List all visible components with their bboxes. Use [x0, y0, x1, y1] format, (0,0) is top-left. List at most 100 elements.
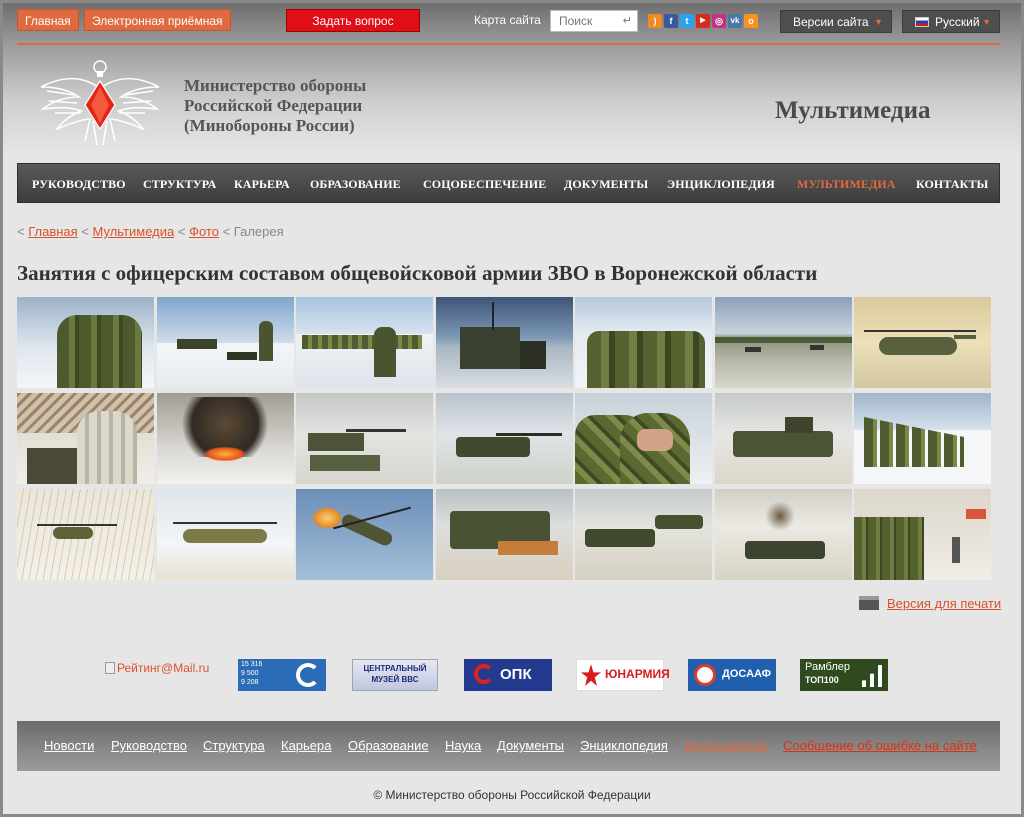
rambler-sub-label: ТОП100	[805, 675, 839, 685]
gallery-thumbnail[interactable]	[714, 393, 852, 484]
search-box: ↵	[550, 10, 638, 32]
gallery-thumbnail[interactable]	[854, 393, 991, 484]
visitor-counter-banner[interactable]: 15 316 9 500 9 208	[238, 659, 326, 691]
air-force-museum-banner[interactable]: ЦЕНТРАЛЬНЫЙ МУЗЕЙ ВВС	[352, 659, 438, 691]
search-input[interactable]	[551, 11, 621, 31]
breadcrumb-photo[interactable]: Фото	[189, 224, 219, 239]
divider	[17, 43, 1000, 45]
ministry-name: Министерство обороны Российской Федераци…	[184, 76, 366, 136]
nav-item-documents[interactable]: ДОКУМЕНТЫ	[564, 164, 648, 204]
ministry-name-line2: Российской Федерации	[184, 96, 363, 115]
youtube-icon[interactable]: ▶	[696, 14, 710, 28]
breadcrumb: < Главная < Мультимедиа < Фото < Галерея	[17, 224, 284, 239]
mailru-rating-banner[interactable]: Рейтинг@Mail.ru	[105, 661, 209, 675]
odnoklassniki-icon[interactable]: о	[744, 14, 758, 28]
footer-link-leadership[interactable]: Руководство	[111, 738, 187, 753]
counter-line: 9 500	[241, 670, 259, 677]
gallery-thumbnail[interactable]	[435, 489, 573, 580]
rambler-label: Рамблер	[805, 661, 850, 673]
footer-nav: Новости Руководство Структура Карьера Об…	[17, 721, 1000, 771]
gallery-thumbnail[interactable]	[296, 489, 433, 580]
print-version: Версия для печати	[859, 596, 1001, 611]
nav-item-leadership[interactable]: РУКОВОДСТВО	[32, 164, 126, 204]
counter-line: 15 316	[241, 661, 263, 668]
gallery-thumbnail[interactable]	[714, 297, 852, 388]
footer-link-encyclopedia[interactable]: Энциклопедия	[580, 738, 668, 753]
gallery-thumbnail[interactable]	[854, 489, 991, 580]
instagram-icon[interactable]: ◎	[712, 14, 726, 28]
enter-icon[interactable]: ↵	[623, 14, 632, 27]
mailru-alt-text: Рейтинг@Mail.ru	[117, 661, 210, 675]
gallery-thumbnail[interactable]	[156, 489, 294, 580]
dosaaf-logo-icon	[694, 664, 716, 686]
breadcrumb-home[interactable]: Главная	[28, 224, 77, 239]
ask-question-button[interactable]: Задать вопрос	[286, 9, 420, 32]
counter-logo-icon	[296, 663, 320, 687]
footer-link-multimedia[interactable]: Мультимедиа	[685, 738, 767, 753]
opk-banner[interactable]: ОПК	[464, 659, 552, 691]
ministry-emblem-logo[interactable]	[35, 57, 165, 149]
footer-link-news[interactable]: Новости	[44, 738, 94, 753]
gallery-thumbnail[interactable]	[156, 393, 294, 484]
reception-button[interactable]: Электронная приёмная	[84, 9, 231, 31]
star-icon	[581, 664, 601, 686]
counter-line: 9 208	[241, 679, 259, 686]
bar-chart-icon	[862, 665, 882, 687]
breadcrumb-multimedia[interactable]: Мультимедиа	[93, 224, 175, 239]
footer-link-science[interactable]: Наука	[445, 738, 481, 753]
yunarmia-banner[interactable]: ЮНАРМИЯ	[576, 659, 670, 691]
language-label: Русский	[935, 15, 980, 29]
nav-item-social-security[interactable]: СОЦОБЕСПЕЧЕНИЕ	[423, 164, 546, 204]
nav-item-encyclopedia[interactable]: ЭНЦИКЛОПЕДИЯ	[667, 164, 775, 204]
sitemap-link[interactable]: Карта сайта	[474, 13, 541, 27]
dosaaf-banner[interactable]: ДОСААФ	[688, 659, 776, 691]
nav-item-career[interactable]: КАРЬЕРА	[234, 164, 290, 204]
gallery-thumbnail[interactable]	[854, 297, 991, 388]
twitter-icon[interactable]: t	[680, 14, 694, 28]
rambler-top100-banner[interactable]: Рамблер ТОП100	[800, 659, 888, 691]
gallery-thumbnail[interactable]	[435, 393, 573, 484]
opk-logo-icon	[474, 664, 494, 684]
gallery-thumbnail[interactable]	[575, 489, 712, 580]
vk-icon[interactable]: vk	[728, 14, 742, 28]
language-dropdown[interactable]: Русский ▼	[902, 10, 1000, 33]
footer-link-report-error[interactable]: Сообщение об ошибке на сайте	[783, 738, 977, 753]
section-title: Мультимедиа	[775, 97, 931, 124]
footer-link-documents[interactable]: Документы	[497, 738, 564, 753]
versions-label: Версии сайта	[793, 15, 869, 29]
breadcrumb-current: Галерея	[233, 224, 284, 239]
gallery-thumbnail[interactable]	[17, 489, 154, 580]
page-frame: Главная Электронная приёмная Задать вопр…	[0, 0, 1024, 817]
footer-link-structure[interactable]: Структура	[203, 738, 265, 753]
gallery-thumbnail[interactable]	[296, 297, 433, 388]
gallery-thumbnail[interactable]	[296, 393, 433, 484]
nav-item-education[interactable]: ОБРАЗОВАНИЕ	[310, 164, 401, 204]
printer-icon[interactable]	[859, 596, 879, 610]
main-nav: РУКОВОДСТВО СТРУКТУРА КАРЬЕРА ОБРАЗОВАНИ…	[17, 163, 1000, 203]
ministry-name-line3: (Минобороны России)	[184, 116, 355, 135]
print-version-link[interactable]: Версия для печати	[887, 596, 1001, 611]
nav-item-structure[interactable]: СТРУКТУРА	[143, 164, 216, 204]
nav-item-contacts[interactable]: КОНТАКТЫ	[916, 164, 988, 204]
copyright: © Министерство обороны Российской Федера…	[373, 788, 651, 802]
versions-dropdown[interactable]: Версии сайта ▼	[780, 10, 892, 33]
gallery-thumbnail[interactable]	[17, 393, 154, 484]
footer-link-career[interactable]: Карьера	[281, 738, 332, 753]
chevron-down-icon: ▼	[982, 17, 991, 27]
gallery-thumbnail[interactable]	[17, 297, 154, 388]
russia-flag-icon	[915, 17, 929, 27]
gallery-thumbnail[interactable]	[435, 297, 573, 388]
rss-icon[interactable]: )	[648, 14, 662, 28]
page-title: Занятия с офицерским составом общевойско…	[17, 261, 818, 285]
footer-link-education[interactable]: Образование	[348, 738, 429, 753]
gallery-thumbnail[interactable]	[156, 297, 294, 388]
chevron-down-icon: ▼	[874, 17, 883, 27]
nav-item-multimedia[interactable]: МУЛЬТИМЕДИА	[797, 164, 896, 204]
gallery-thumbnail[interactable]	[575, 393, 712, 484]
home-button[interactable]: Главная	[17, 9, 79, 31]
yunarmia-label: ЮНАРМИЯ	[605, 667, 670, 681]
dosaaf-label: ДОСААФ	[722, 668, 772, 680]
gallery-thumbnail[interactable]	[714, 489, 852, 580]
gallery-thumbnail[interactable]	[575, 297, 712, 388]
facebook-icon[interactable]: f	[664, 14, 678, 28]
